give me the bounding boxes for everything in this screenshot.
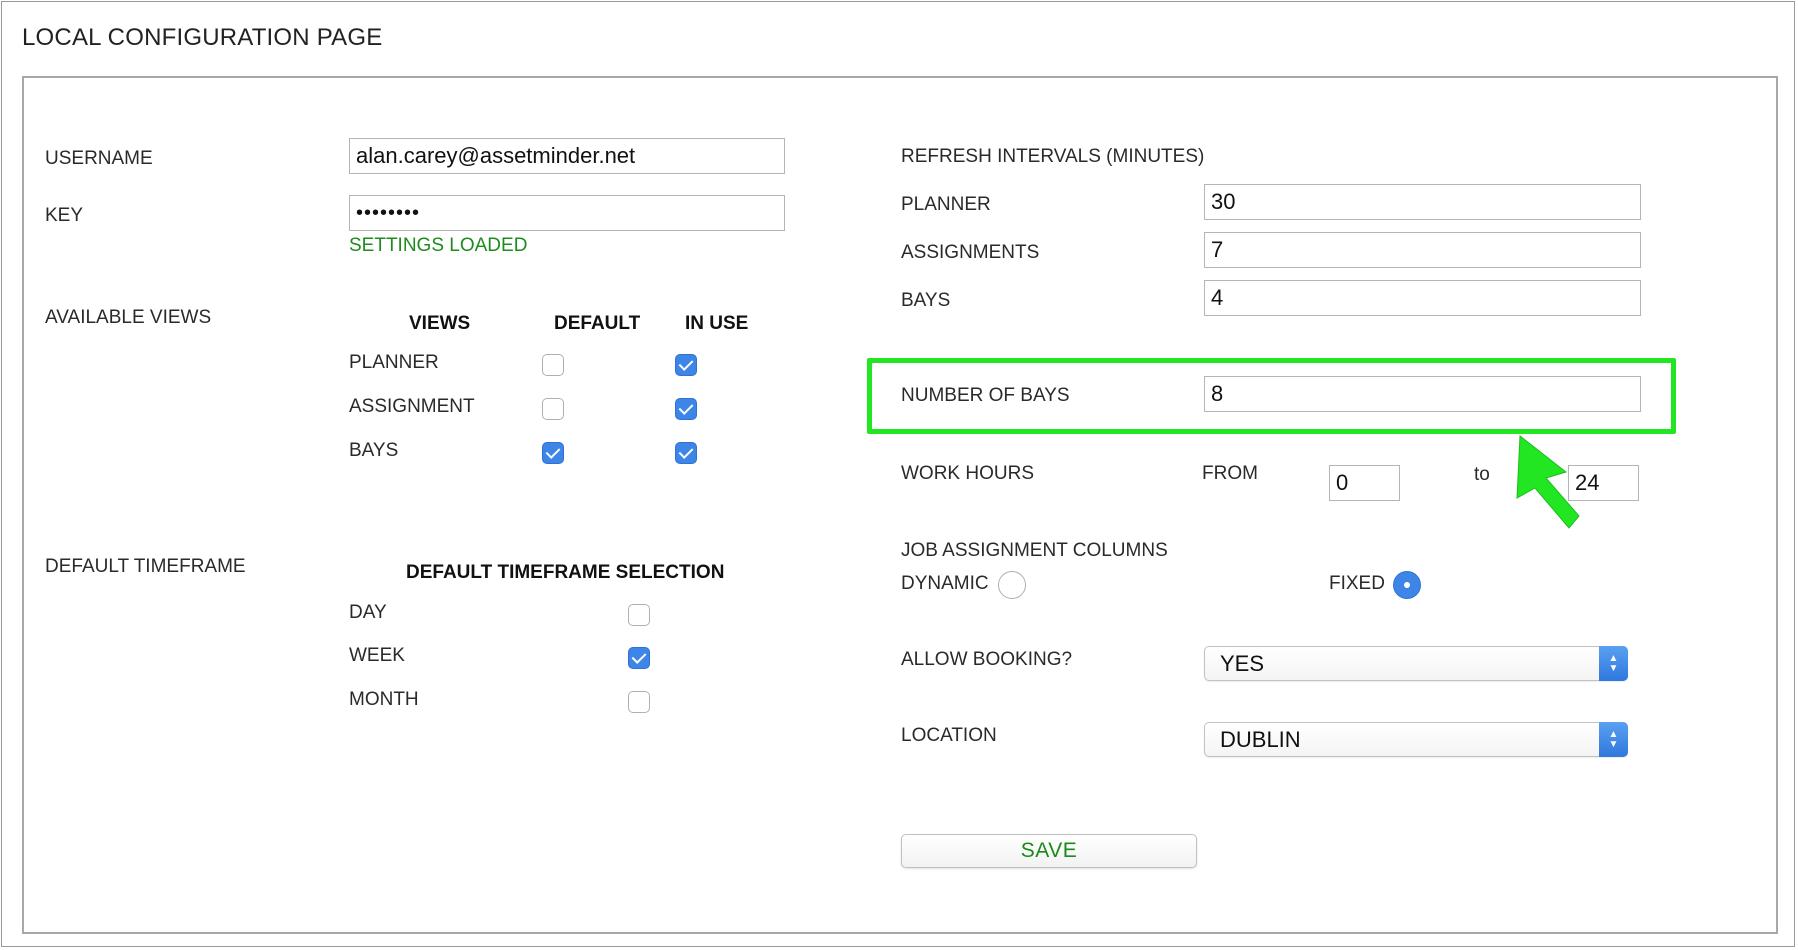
username-label: USERNAME [45,148,153,169]
allow-booking-value: YES [1220,650,1265,676]
bays-in-use-checkbox[interactable] [675,442,697,464]
planner-refresh-label: PLANNER [901,194,991,215]
fixed-radio[interactable] [1393,571,1421,599]
view-row-label: ASSIGNMENT [349,396,475,417]
key-input[interactable]: •••••••• [349,195,785,231]
assignment-default-checkbox[interactable] [542,398,564,420]
timeframe-option-label: WEEK [349,645,405,666]
assignments-refresh-label: ASSIGNMENTS [901,242,1040,263]
key-label: KEY [45,205,84,226]
work-hours-from-input[interactable]: 0 [1329,465,1400,501]
planner-default-checkbox[interactable] [542,354,564,376]
bays-default-checkbox[interactable] [542,442,564,464]
assignment-in-use-checkbox[interactable] [675,398,697,420]
views-col-header: VIEWS [409,313,471,334]
day-checkbox[interactable] [628,604,650,626]
dynamic-label: DYNAMIC [901,573,989,594]
select-chevron-icon: ▲ ▼ [1599,722,1628,757]
page-title: LOCAL CONFIGURATION PAGE [22,24,383,51]
work-hours-label: WORK HOURS [901,463,1034,484]
default-timeframe-label: DEFAULT TIMEFRAME [45,556,246,577]
allow-booking-select[interactable]: YES ▲ ▼ [1204,646,1628,681]
bays-refresh-label: BAYS [901,290,951,311]
fixed-label: FIXED [1329,573,1385,594]
assignments-refresh-input[interactable]: 7 [1204,232,1641,268]
settings-status: SETTINGS LOADED [349,235,528,256]
planner-refresh-input[interactable]: 30 [1204,184,1641,220]
view-row-label: BAYS [349,440,399,461]
location-select[interactable]: DUBLIN ▲ ▼ [1204,722,1628,757]
timeframe-option-label: MONTH [349,689,419,710]
work-hours-from-label: FROM [1202,463,1258,484]
default-col-header: DEFAULT [554,313,641,334]
available-views-label: AVAILABLE VIEWS [45,307,212,328]
month-checkbox[interactable] [628,691,650,713]
view-row-label: PLANNER [349,352,439,373]
week-checkbox[interactable] [628,647,650,669]
save-button[interactable]: SAVE [901,834,1197,868]
location-label: LOCATION [901,725,997,746]
planner-in-use-checkbox[interactable] [675,354,697,376]
select-chevron-icon: ▲ ▼ [1599,646,1628,681]
allow-booking-label: ALLOW BOOKING? [901,649,1073,670]
number-of-bays-label: NUMBER OF BAYS [901,385,1070,406]
work-hours-to-input[interactable]: 24 [1568,465,1639,501]
pointer-arrow-icon [1516,435,1580,529]
timeframe-option-label: DAY [349,602,387,623]
in-use-col-header: IN USE [685,313,749,334]
work-hours-to-label: to [1474,464,1490,485]
number-of-bays-input[interactable]: 8 [1204,376,1641,412]
config-panel: USERNAME alan.carey@assetminder.net KEY … [22,76,1778,934]
bays-refresh-input[interactable]: 4 [1204,280,1641,316]
location-value: DUBLIN [1220,726,1301,752]
refresh-intervals-label: REFRESH INTERVALS (MINUTES) [901,146,1205,167]
timeframe-header: DEFAULT TIMEFRAME SELECTION [406,562,725,583]
dynamic-radio[interactable] [998,571,1026,599]
job-columns-label: JOB ASSIGNMENT COLUMNS [901,540,1168,561]
username-input[interactable]: alan.carey@assetminder.net [349,138,785,174]
